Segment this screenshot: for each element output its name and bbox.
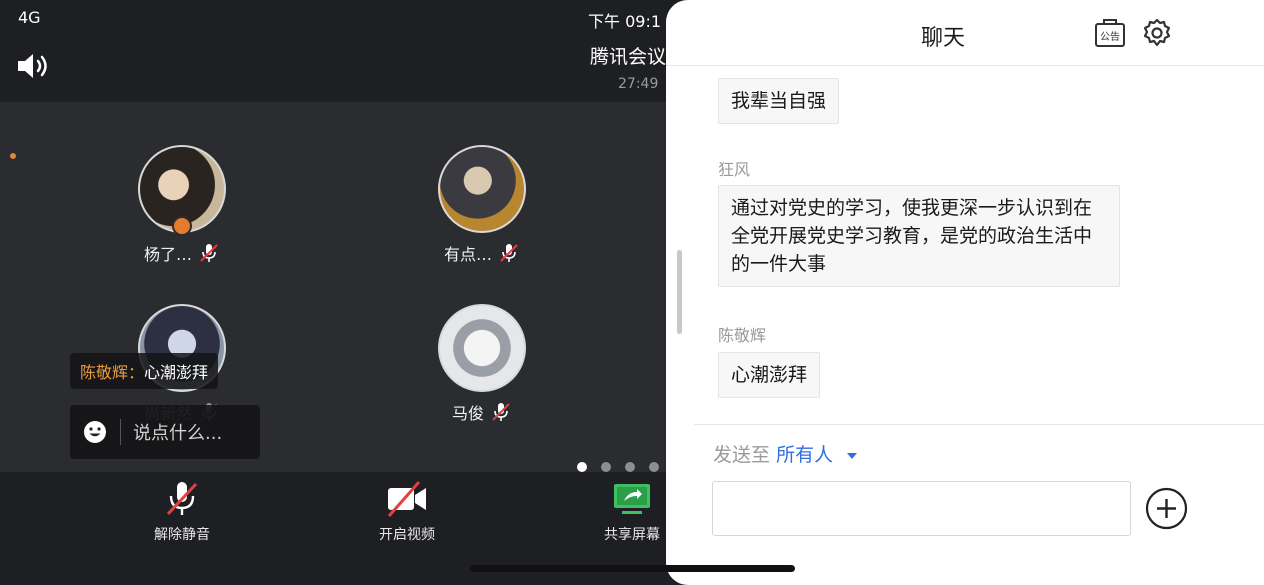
floating-chat-message: 陈敬辉： 心潮澎拜 — [70, 353, 219, 389]
chat-message-text: 我辈当自强 — [731, 90, 827, 112]
chat-message-text: 通过对党史的学习，使我更深一步认识到在全党开展党史学习教育，是党的政治生活中的一… — [731, 197, 1093, 275]
status-time: 下午 09:1 — [588, 12, 662, 31]
host-icon — [172, 216, 192, 236]
share-screen-button[interactable]: 共享屏幕 — [577, 472, 680, 544]
chat-title: 聊天 — [921, 26, 966, 51]
announcement-icon-text: 公告 — [1100, 30, 1120, 43]
share-screen-label: 共享屏幕 — [604, 527, 660, 543]
send-to-label: 发送至 — [713, 444, 771, 466]
scrollbar[interactable] — [677, 250, 682, 334]
page-dot[interactable] — [577, 462, 587, 472]
chat-message: 通过对党史的学习，使我更深一步认识到在全党开展党史学习教育，是党的政治生活中的一… — [718, 185, 1120, 287]
participant-name: 有点… — [443, 245, 492, 264]
chat-message: 我辈当自强 — [718, 78, 840, 124]
mic-muted-icon — [500, 244, 518, 262]
gear-icon[interactable] — [1142, 18, 1172, 48]
avatar — [438, 304, 526, 392]
page-dot[interactable] — [649, 462, 659, 472]
mic-muted-icon — [166, 482, 198, 516]
page-dot[interactable] — [625, 462, 635, 472]
chat-header: 聊天 公告 — [666, 0, 1264, 66]
unmute-button[interactable]: 解除静音 — [127, 472, 237, 544]
caret-down-icon[interactable] — [847, 452, 858, 459]
page-indicator[interactable] — [577, 462, 659, 472]
chat-message: 心潮澎拜 — [718, 352, 821, 398]
participant-name: 马俊 — [451, 404, 484, 423]
divider — [694, 424, 1264, 425]
speaker-icon[interactable] — [16, 52, 52, 80]
floating-message-text: 心潮澎拜 — [144, 363, 209, 382]
share-screen-icon — [614, 484, 650, 514]
unmute-label: 解除静音 — [154, 527, 210, 543]
emoji-icon[interactable] — [82, 419, 108, 445]
avatar — [438, 145, 526, 233]
participant-name: 杨了… — [143, 245, 192, 264]
participant-tile[interactable]: 杨了… — [102, 145, 262, 265]
meeting-top-bar: 4G 下午 09:1 腾讯会议 27:49 — [0, 0, 680, 102]
announcement-icon[interactable]: 公告 — [1094, 18, 1126, 48]
send-to-target[interactable]: 所有人 — [776, 444, 833, 466]
meeting-view: 4G 下午 09:1 腾讯会议 27:49 杨了… 有点… 马俊 陈敬辉： 心潮… — [0, 0, 680, 585]
recording-dot — [10, 153, 16, 159]
signal-indicator: 4G — [18, 8, 41, 27]
floating-message-sender: 陈敬辉： — [80, 363, 145, 382]
mic-muted-icon — [492, 403, 510, 421]
send-to-selector[interactable]: 发送至 所有人 — [713, 440, 858, 467]
meeting-title[interactable]: 腾讯会议 — [590, 42, 666, 69]
chat-message-sender: 陈敬辉 — [718, 326, 767, 345]
start-video-button[interactable]: 开启视频 — [352, 472, 462, 544]
participant-tile[interactable]: 马俊 — [402, 304, 562, 424]
add-icon[interactable] — [1145, 487, 1188, 530]
chat-message-text: 心潮澎拜 — [731, 364, 808, 386]
page-dot[interactable] — [601, 462, 611, 472]
chat-panel: 聊天 公告 我辈当自强 狂风 通过对党史的学习，使我更深一步认识到在全党开展党史… — [666, 0, 1264, 585]
start-video-label: 开启视频 — [379, 527, 435, 543]
chat-message-input[interactable] — [712, 481, 1131, 536]
quick-chat-placeholder[interactable]: 说点什么... — [133, 419, 222, 445]
home-indicator[interactable] — [470, 565, 795, 572]
participant-tile[interactable]: 有点… — [402, 145, 562, 265]
quick-chat-input[interactable]: 说点什么... — [70, 405, 260, 459]
video-off-icon — [387, 481, 426, 517]
meeting-timer: 27:49 — [618, 76, 659, 92]
divider — [120, 419, 121, 445]
mic-muted-icon — [200, 244, 218, 262]
chat-message-sender: 狂风 — [718, 160, 751, 179]
